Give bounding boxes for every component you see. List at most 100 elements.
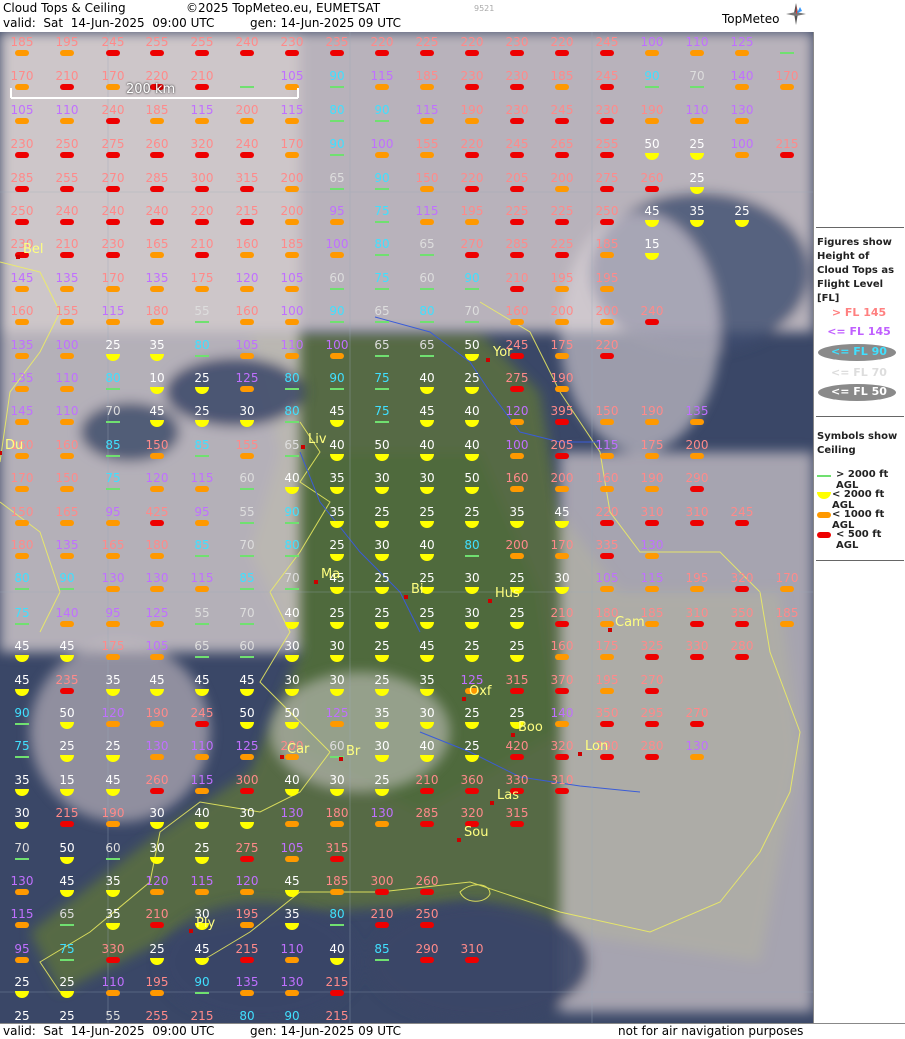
- ceiling-bar-symbol: [510, 486, 524, 492]
- cloud-top-label: 90: [14, 706, 29, 720]
- cloud-top-label: 200: [551, 304, 574, 318]
- ceiling-bar-symbol: [780, 152, 794, 158]
- cloud-top-label: 100: [56, 338, 79, 352]
- cloud-top-label: 50: [644, 137, 659, 151]
- cloud-top-label: 80: [239, 1009, 254, 1023]
- cloud-top-label: 285: [11, 171, 34, 185]
- cloud-top-label: 220: [461, 35, 484, 49]
- ceiling-bar-symbol: [285, 118, 299, 124]
- city-marker: [457, 838, 461, 842]
- cloud-top-label: 230: [11, 137, 34, 151]
- cloud-top-label: 100: [326, 237, 349, 251]
- cloud-top-label: 220: [551, 35, 574, 49]
- cloud-top-label: 80: [329, 907, 344, 921]
- ceiling-bar-symbol: [150, 621, 164, 627]
- ceiling-bar-symbol: [106, 50, 120, 56]
- legend-symbols: [817, 475, 831, 538]
- ceiling-bar-symbol: [106, 721, 120, 727]
- cloud-top-label: 25: [59, 1009, 74, 1023]
- cloud-top-label: 95: [329, 204, 344, 218]
- copyright: ©2025 TopMeteo.eu, EUMETSAT: [186, 1, 381, 15]
- cloud-top-label: 130: [371, 806, 394, 820]
- cloud-top-label: 175: [596, 639, 619, 653]
- cloud-top-label: 135: [11, 371, 34, 385]
- ceiling-bar-symbol: [735, 520, 749, 526]
- ceiling-red-bar-icon: [817, 532, 831, 538]
- ceiling-bar-symbol: [420, 957, 434, 963]
- ceiling-bar-symbol: [600, 553, 614, 559]
- cloud-top-label: 30: [284, 639, 299, 653]
- ceiling-bar-symbol: [600, 419, 614, 425]
- ceiling-bar-symbol: [150, 286, 164, 292]
- ceiling-bar-symbol: [150, 922, 164, 928]
- cloud-top-label: 255: [191, 35, 214, 49]
- ceiling-bar-symbol: [150, 654, 164, 660]
- ceiling-bar-symbol: [330, 821, 344, 827]
- cloud-top-label: 160: [11, 304, 34, 318]
- ceiling-bar-symbol: [195, 721, 209, 727]
- city-marker: [404, 595, 408, 599]
- cloud-top-label: 200: [551, 471, 574, 485]
- ceiling-bar-symbol: [465, 219, 479, 225]
- ceiling-bar-symbol: [150, 721, 164, 727]
- legend-divider: [816, 416, 904, 417]
- cloud-top-label: 270: [461, 237, 484, 251]
- ceiling-bar-symbol: [15, 553, 29, 559]
- legend-fl-le-50: <= FL 50: [831, 385, 887, 398]
- footer-bar: valid: Sat 14-Jun-2025 09:00 UTC gen: 14…: [0, 1023, 905, 1039]
- ceiling-bar-symbol: [555, 553, 569, 559]
- cloud-top-label: 310: [686, 606, 709, 620]
- cloud-top-label: 215: [191, 1009, 214, 1023]
- ceiling-bar-symbol: [510, 50, 524, 56]
- cloud-top-label: 190: [102, 806, 125, 820]
- cloud-top-label: 115: [596, 438, 619, 452]
- cloud-top-label: 40: [284, 606, 299, 620]
- ceiling-bar-symbol: [600, 586, 614, 592]
- satellite-map[interactable]: 185 195 245 255 255 240 230 235 220 225 220 230 220 2…: [0, 32, 813, 1023]
- valid-time: valid: Sat 14-Jun-2025 09:00 UTC: [3, 16, 215, 30]
- ceiling-bar-symbol: [60, 520, 74, 526]
- cloud-top-label: 150: [11, 505, 34, 519]
- cloud-top-label: 115: [191, 571, 214, 585]
- cloud-top-label: 230: [506, 103, 529, 117]
- ceiling-bar-symbol: [15, 118, 29, 124]
- city-marker: [16, 255, 20, 259]
- cloud-top-label: 310: [641, 505, 664, 519]
- cloud-top-label: 320: [551, 739, 574, 753]
- ceiling-bar-symbol: [330, 721, 344, 727]
- cloud-top-label: 25: [464, 706, 479, 720]
- scale-bar: 200 km: [10, 82, 299, 99]
- legend-fl-le-70: <= FL 70: [831, 366, 887, 379]
- ceiling-bar-symbol: [735, 586, 749, 592]
- cloud-top-label: 260: [146, 773, 169, 787]
- ceiling-bar-symbol: [645, 654, 659, 660]
- cloud-top-label: 85: [194, 538, 209, 552]
- cloud-top-label: 245: [191, 706, 214, 720]
- cloud-top-label: 30: [329, 639, 344, 653]
- ceiling-bar-symbol: [420, 922, 434, 928]
- cloud-top-label: 30: [554, 571, 569, 585]
- cloud-top-label: 165: [146, 237, 169, 251]
- cloud-top-label: 25: [374, 639, 389, 653]
- cloud-top-label: 270: [641, 673, 664, 687]
- cloud-top-label: 25: [194, 404, 209, 418]
- cloud-top-label: 25: [194, 371, 209, 385]
- cloud-top-label: 195: [551, 271, 574, 285]
- ceiling-bar-symbol: [600, 621, 614, 627]
- cloud-top-label: 95: [194, 505, 209, 519]
- city-marker: [578, 752, 582, 756]
- cloud-top-label: 115: [191, 471, 214, 485]
- cloud-top-label: 160: [236, 237, 259, 251]
- cloud-top-label: 60: [329, 739, 344, 753]
- cloud-top-label: 50: [59, 706, 74, 720]
- ceiling-bar-symbol: [375, 821, 389, 827]
- cloud-top-label: 110: [191, 739, 214, 753]
- ceiling-bar-symbol: [465, 186, 479, 192]
- ceiling-bar-symbol: [690, 419, 704, 425]
- cloud-top-label: 285: [146, 171, 169, 185]
- ceiling-bar-symbol: [510, 688, 524, 694]
- cloud-top-label: 45: [105, 773, 120, 787]
- cloud-top-label: 240: [56, 204, 79, 218]
- ceiling-bar-symbol: [600, 50, 614, 56]
- cloud-top-label: 320: [191, 137, 214, 151]
